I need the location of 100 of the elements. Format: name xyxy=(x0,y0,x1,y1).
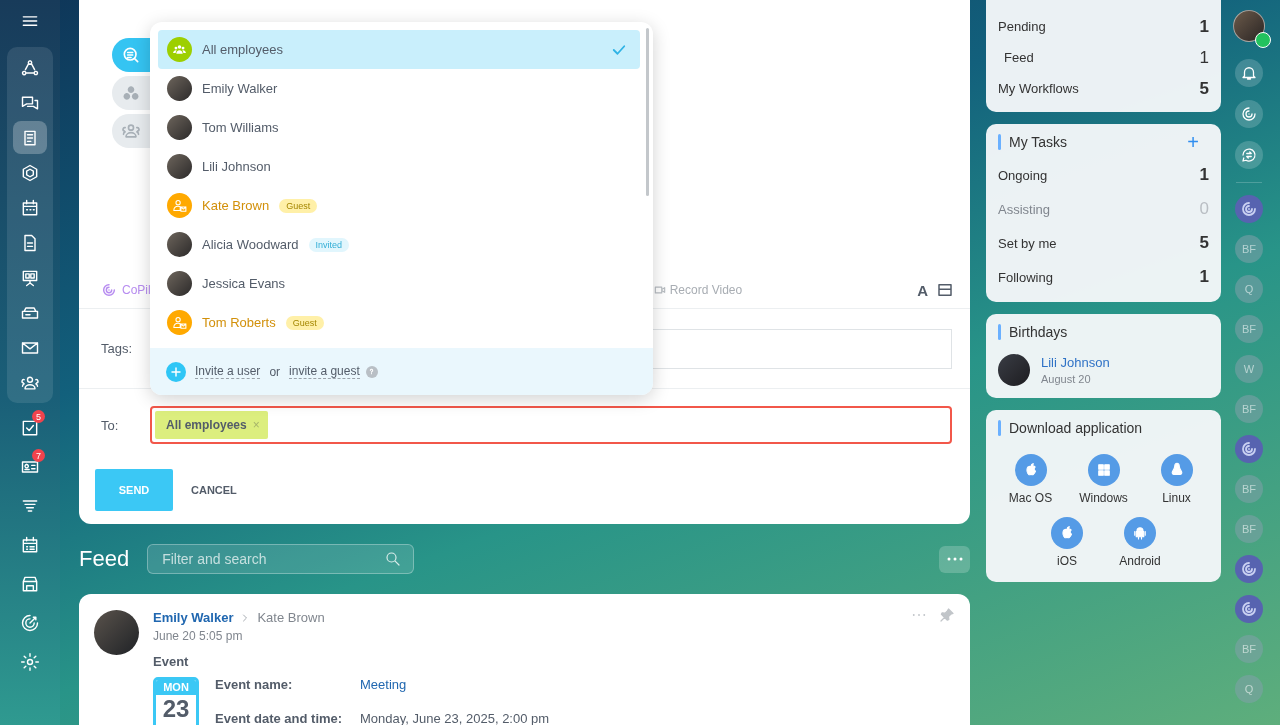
counter-label: My Workflows xyxy=(998,81,1079,96)
layout-icon[interactable] xyxy=(936,281,954,299)
counter-row[interactable]: My Workflows 5 xyxy=(998,73,1209,104)
group-icon xyxy=(167,37,192,62)
schedule-icon xyxy=(20,534,40,555)
spiral-icon[interactable] xyxy=(1235,100,1263,128)
user-avatar xyxy=(167,154,192,179)
spiral-icon[interactable] xyxy=(1235,595,1263,623)
counter-value: 5 xyxy=(1199,233,1209,253)
app-download-link[interactable]: Linux xyxy=(1147,454,1206,505)
user-avatar xyxy=(167,115,192,140)
field-label: Event name: xyxy=(215,677,294,694)
counter-value: 1 xyxy=(1199,47,1209,68)
invite-guest-link[interactable]: invite a guest xyxy=(289,364,360,379)
app-download-link[interactable]: Android xyxy=(1110,517,1170,568)
recipient-name: Emily Walker xyxy=(202,81,278,96)
recipient-chip[interactable]: All employees × xyxy=(155,411,268,439)
counter-value: 5 xyxy=(1199,78,1209,99)
guest-icon xyxy=(167,193,192,218)
circles-icon xyxy=(121,83,141,103)
recipient-name: All employees xyxy=(166,418,247,432)
counter-label: Feed xyxy=(1004,50,1034,65)
field-value: Monday, June 23, 2025, 2:00 pm xyxy=(360,711,550,725)
play-badge-icon xyxy=(1255,32,1271,48)
target-icon xyxy=(20,612,40,633)
app-download-link[interactable]: Windows xyxy=(1074,454,1133,505)
card-title: Birthdays xyxy=(1009,324,1068,340)
recipient-option[interactable]: Alicia Woodward Invited xyxy=(158,225,640,264)
counter-label: Pending xyxy=(998,19,1046,34)
recipient-option[interactable]: Tom Roberts Guest xyxy=(158,303,640,342)
sidebar-item[interactable]: 7 xyxy=(13,450,47,483)
author-link[interactable]: Emily Walker xyxy=(153,610,234,625)
counter-row[interactable]: Set by me 5 xyxy=(998,226,1209,260)
post-time: June 20 5:05 pm xyxy=(153,629,244,643)
recipient-option[interactable]: Tom Williams xyxy=(158,108,640,147)
author-avatar xyxy=(94,610,139,655)
invite-user-link[interactable]: Invite a user xyxy=(195,364,261,379)
user-avatar xyxy=(167,76,192,101)
windows-icon xyxy=(1087,454,1120,486)
post-type: Event xyxy=(153,654,190,669)
counter-row[interactable]: Ongoing 1 xyxy=(998,158,1209,192)
counter-value: 1 xyxy=(1199,267,1209,287)
scrollbar[interactable] xyxy=(646,28,649,196)
spiral-icon xyxy=(101,282,117,298)
recipient-name: Alicia Woodward xyxy=(202,237,299,252)
counter-value: 1 xyxy=(1199,16,1209,37)
sidebar-item[interactable] xyxy=(13,121,47,154)
recipients-field[interactable]: All employees × xyxy=(150,406,952,444)
recipient-name: Kate Brown xyxy=(202,198,270,213)
settings-icon xyxy=(20,651,40,672)
status-badge: Guest xyxy=(279,198,318,213)
bell-icon[interactable] xyxy=(1235,59,1263,87)
recipient-option[interactable]: All employees xyxy=(158,30,640,69)
card-title: My Tasks xyxy=(1009,134,1068,150)
cancel-button[interactable]: CANCEL xyxy=(185,483,243,497)
text-format-button[interactable]: A xyxy=(917,281,928,299)
recipient-name: Tom Roberts xyxy=(202,315,276,330)
camera-icon xyxy=(652,283,667,297)
spiral-icon[interactable] xyxy=(1235,195,1263,223)
counter-row[interactable]: Pending 1 xyxy=(998,11,1209,42)
chat-swap-icon[interactable] xyxy=(1235,141,1263,169)
tags-label: Tags: xyxy=(101,341,134,356)
user-avatar xyxy=(167,271,192,296)
user-avatar[interactable] xyxy=(1233,10,1265,42)
or-text: or xyxy=(269,364,281,379)
recipient-name: Tom Williams xyxy=(202,120,279,135)
spiral-icon[interactable] xyxy=(1235,555,1263,583)
composer-tab[interactable] xyxy=(112,38,150,72)
event-link[interactable]: Meeting xyxy=(360,677,550,703)
user-avatar xyxy=(167,232,192,257)
recipients-label: To: xyxy=(101,417,120,433)
spiral-icon[interactable] xyxy=(1235,435,1263,463)
hexagon-icon xyxy=(20,162,40,183)
recipient-option[interactable]: Kate Brown Guest xyxy=(158,186,640,225)
recipient-option[interactable]: Lili Johnson xyxy=(158,147,640,186)
counter-row[interactable]: Following 1 xyxy=(998,260,1209,294)
recipient-name: Kate Brown xyxy=(257,610,325,625)
recipient-name: Lili Johnson xyxy=(202,159,271,174)
field-label: Event date and time: xyxy=(215,711,344,725)
add-task-button[interactable]: + xyxy=(1187,130,1199,154)
sidebar-item[interactable]: 5 xyxy=(13,411,47,444)
recipient-name: Jessica Evans xyxy=(202,276,286,291)
people-icon xyxy=(121,121,141,141)
counter-row[interactable]: Feed 1 xyxy=(998,42,1209,73)
recipient-option[interactable]: Emily Walker xyxy=(158,69,640,108)
app-download-link[interactable]: Mac OS xyxy=(1001,454,1060,505)
counter-label: Ongoing xyxy=(998,167,1048,183)
search-list-icon xyxy=(121,45,141,65)
counter-label: Set by me xyxy=(998,235,1057,251)
android-icon xyxy=(1124,517,1156,549)
calendar-icon xyxy=(20,197,40,218)
status-badge: Guest xyxy=(285,315,324,330)
person-link[interactable]: Lili Johnson xyxy=(1041,355,1110,370)
app-download-link[interactable]: iOS xyxy=(1037,517,1097,568)
guest-icon xyxy=(167,310,192,335)
counter-badge: 7 xyxy=(32,449,45,462)
card-title: Download application xyxy=(1009,420,1143,436)
person-avatar xyxy=(998,354,1030,386)
recipient-option[interactable]: Jessica Evans xyxy=(158,264,640,303)
status-badge: Invited xyxy=(308,237,350,252)
